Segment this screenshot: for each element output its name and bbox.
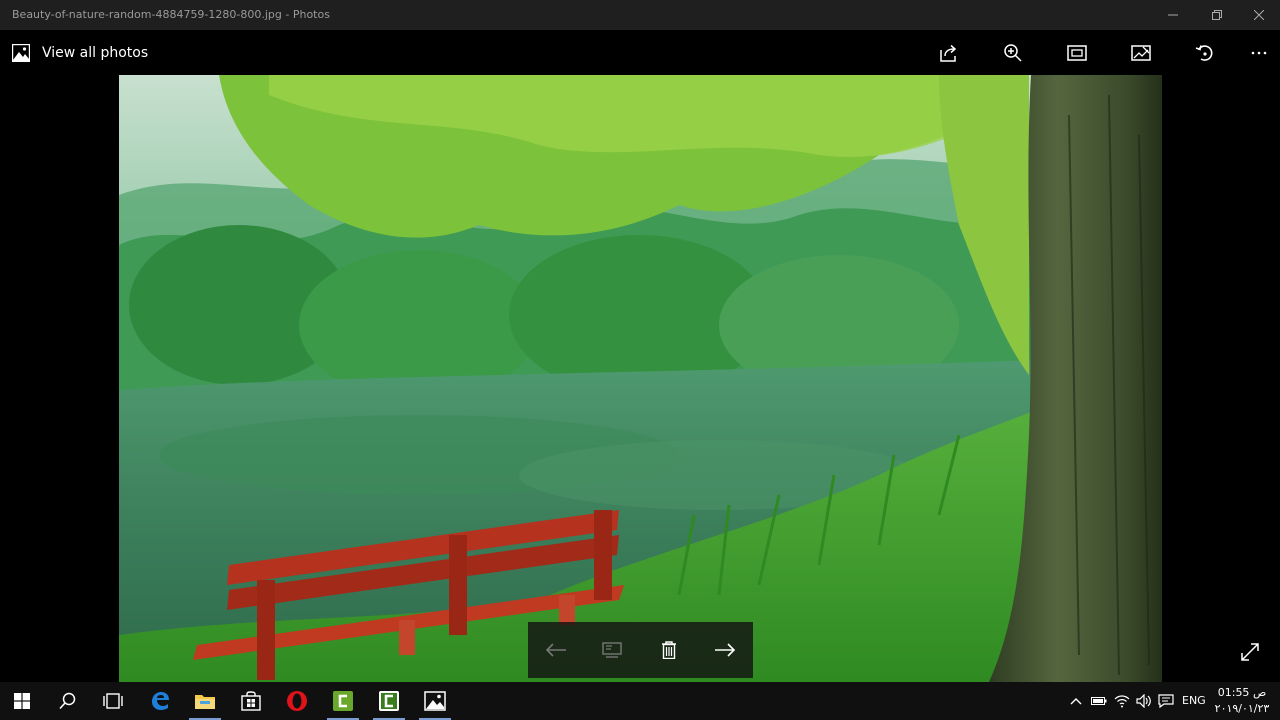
taskbar-file-explorer[interactable] (183, 682, 227, 720)
rotate-icon (1195, 45, 1213, 61)
view-all-photos-button[interactable]: View all photos (12, 43, 148, 63)
task-view-icon (103, 693, 123, 709)
show-hidden-icons-button[interactable] (1066, 682, 1086, 720)
close-button[interactable] (1237, 0, 1280, 30)
slideshow-button[interactable] (1061, 38, 1093, 68)
start-button[interactable] (0, 682, 44, 720)
zoom-button[interactable] (997, 38, 1029, 68)
edit-icon (1131, 45, 1151, 61)
close-icon (1254, 10, 1264, 20)
slideshow-icon (1067, 45, 1087, 61)
restore-icon (1212, 10, 1222, 20)
previous-button[interactable] (536, 630, 576, 670)
arrow-left-icon (545, 643, 567, 657)
full-screen-button[interactable] (1236, 638, 1264, 666)
folder-icon (195, 695, 215, 709)
taskbar-edge[interactable] (138, 682, 182, 720)
chevron-up-icon (1070, 698, 1082, 705)
album-icon (602, 642, 623, 658)
delete-button[interactable] (649, 630, 689, 670)
taskbar-camtasia[interactable] (321, 682, 365, 720)
minimize-icon (1168, 14, 1178, 16)
expand-icon (1241, 643, 1259, 661)
camtasia-icon (333, 691, 353, 711)
battery-button[interactable] (1089, 682, 1109, 720)
more-icon (1251, 51, 1267, 55)
nature-photo (119, 75, 1162, 682)
more-options-button[interactable] (1243, 38, 1275, 68)
taskbar-camtasia-recorder[interactable] (367, 682, 411, 720)
rotate-button[interactable] (1189, 38, 1221, 68)
command-bar: View all photos (0, 30, 1280, 75)
clock[interactable]: 01:55 ص ۲۰۱۹/۰۱/۲۳ (1212, 685, 1272, 717)
wifi-icon (1114, 695, 1130, 708)
speaker-icon (1136, 694, 1151, 708)
restore-button[interactable] (1195, 0, 1239, 30)
search-button[interactable] (46, 682, 90, 720)
taskbar-opera[interactable] (275, 682, 319, 720)
photo-viewer-image (119, 75, 1162, 682)
arrow-right-icon (714, 643, 736, 657)
task-view-button[interactable] (91, 682, 135, 720)
battery-icon (1091, 697, 1107, 705)
windows-logo-icon (14, 693, 30, 709)
volume-button[interactable] (1134, 682, 1154, 720)
photos-icon (12, 44, 30, 62)
window-title: Beauty-of-nature-random-4884759-1280-800… (12, 8, 330, 21)
film-controls (528, 622, 753, 678)
share-icon (940, 44, 957, 62)
taskbar: ENG 01:55 ص ۲۰۱۹/۰۱/۲۳ (0, 682, 1280, 720)
photos-app-icon (424, 691, 446, 711)
opera-icon (287, 691, 307, 711)
edge-icon (152, 692, 169, 710)
notification-icon (1158, 694, 1174, 708)
share-button[interactable] (933, 38, 965, 68)
input-language-indicator[interactable]: ENG (1182, 694, 1206, 707)
store-bag-icon (241, 691, 261, 711)
clock-time: 01:55 ص (1217, 686, 1267, 699)
camtasia-recorder-icon (379, 691, 399, 711)
add-to-album-button[interactable] (592, 630, 632, 670)
minimize-button[interactable] (1151, 0, 1195, 30)
title-bar: Beauty-of-nature-random-4884759-1280-800… (0, 0, 1280, 30)
trash-icon (661, 641, 676, 659)
network-button[interactable] (1112, 682, 1132, 720)
next-button[interactable] (705, 630, 745, 670)
zoom-icon (1004, 44, 1022, 62)
action-center-button[interactable] (1156, 682, 1176, 720)
taskbar-photos[interactable] (413, 682, 457, 720)
clock-date: ۲۰۱۹/۰۱/۲۳ (1214, 702, 1270, 715)
search-icon (59, 692, 76, 710)
view-all-photos-label: View all photos (42, 45, 149, 61)
taskbar-store[interactable] (229, 682, 273, 720)
edit-create-button[interactable] (1125, 38, 1157, 68)
